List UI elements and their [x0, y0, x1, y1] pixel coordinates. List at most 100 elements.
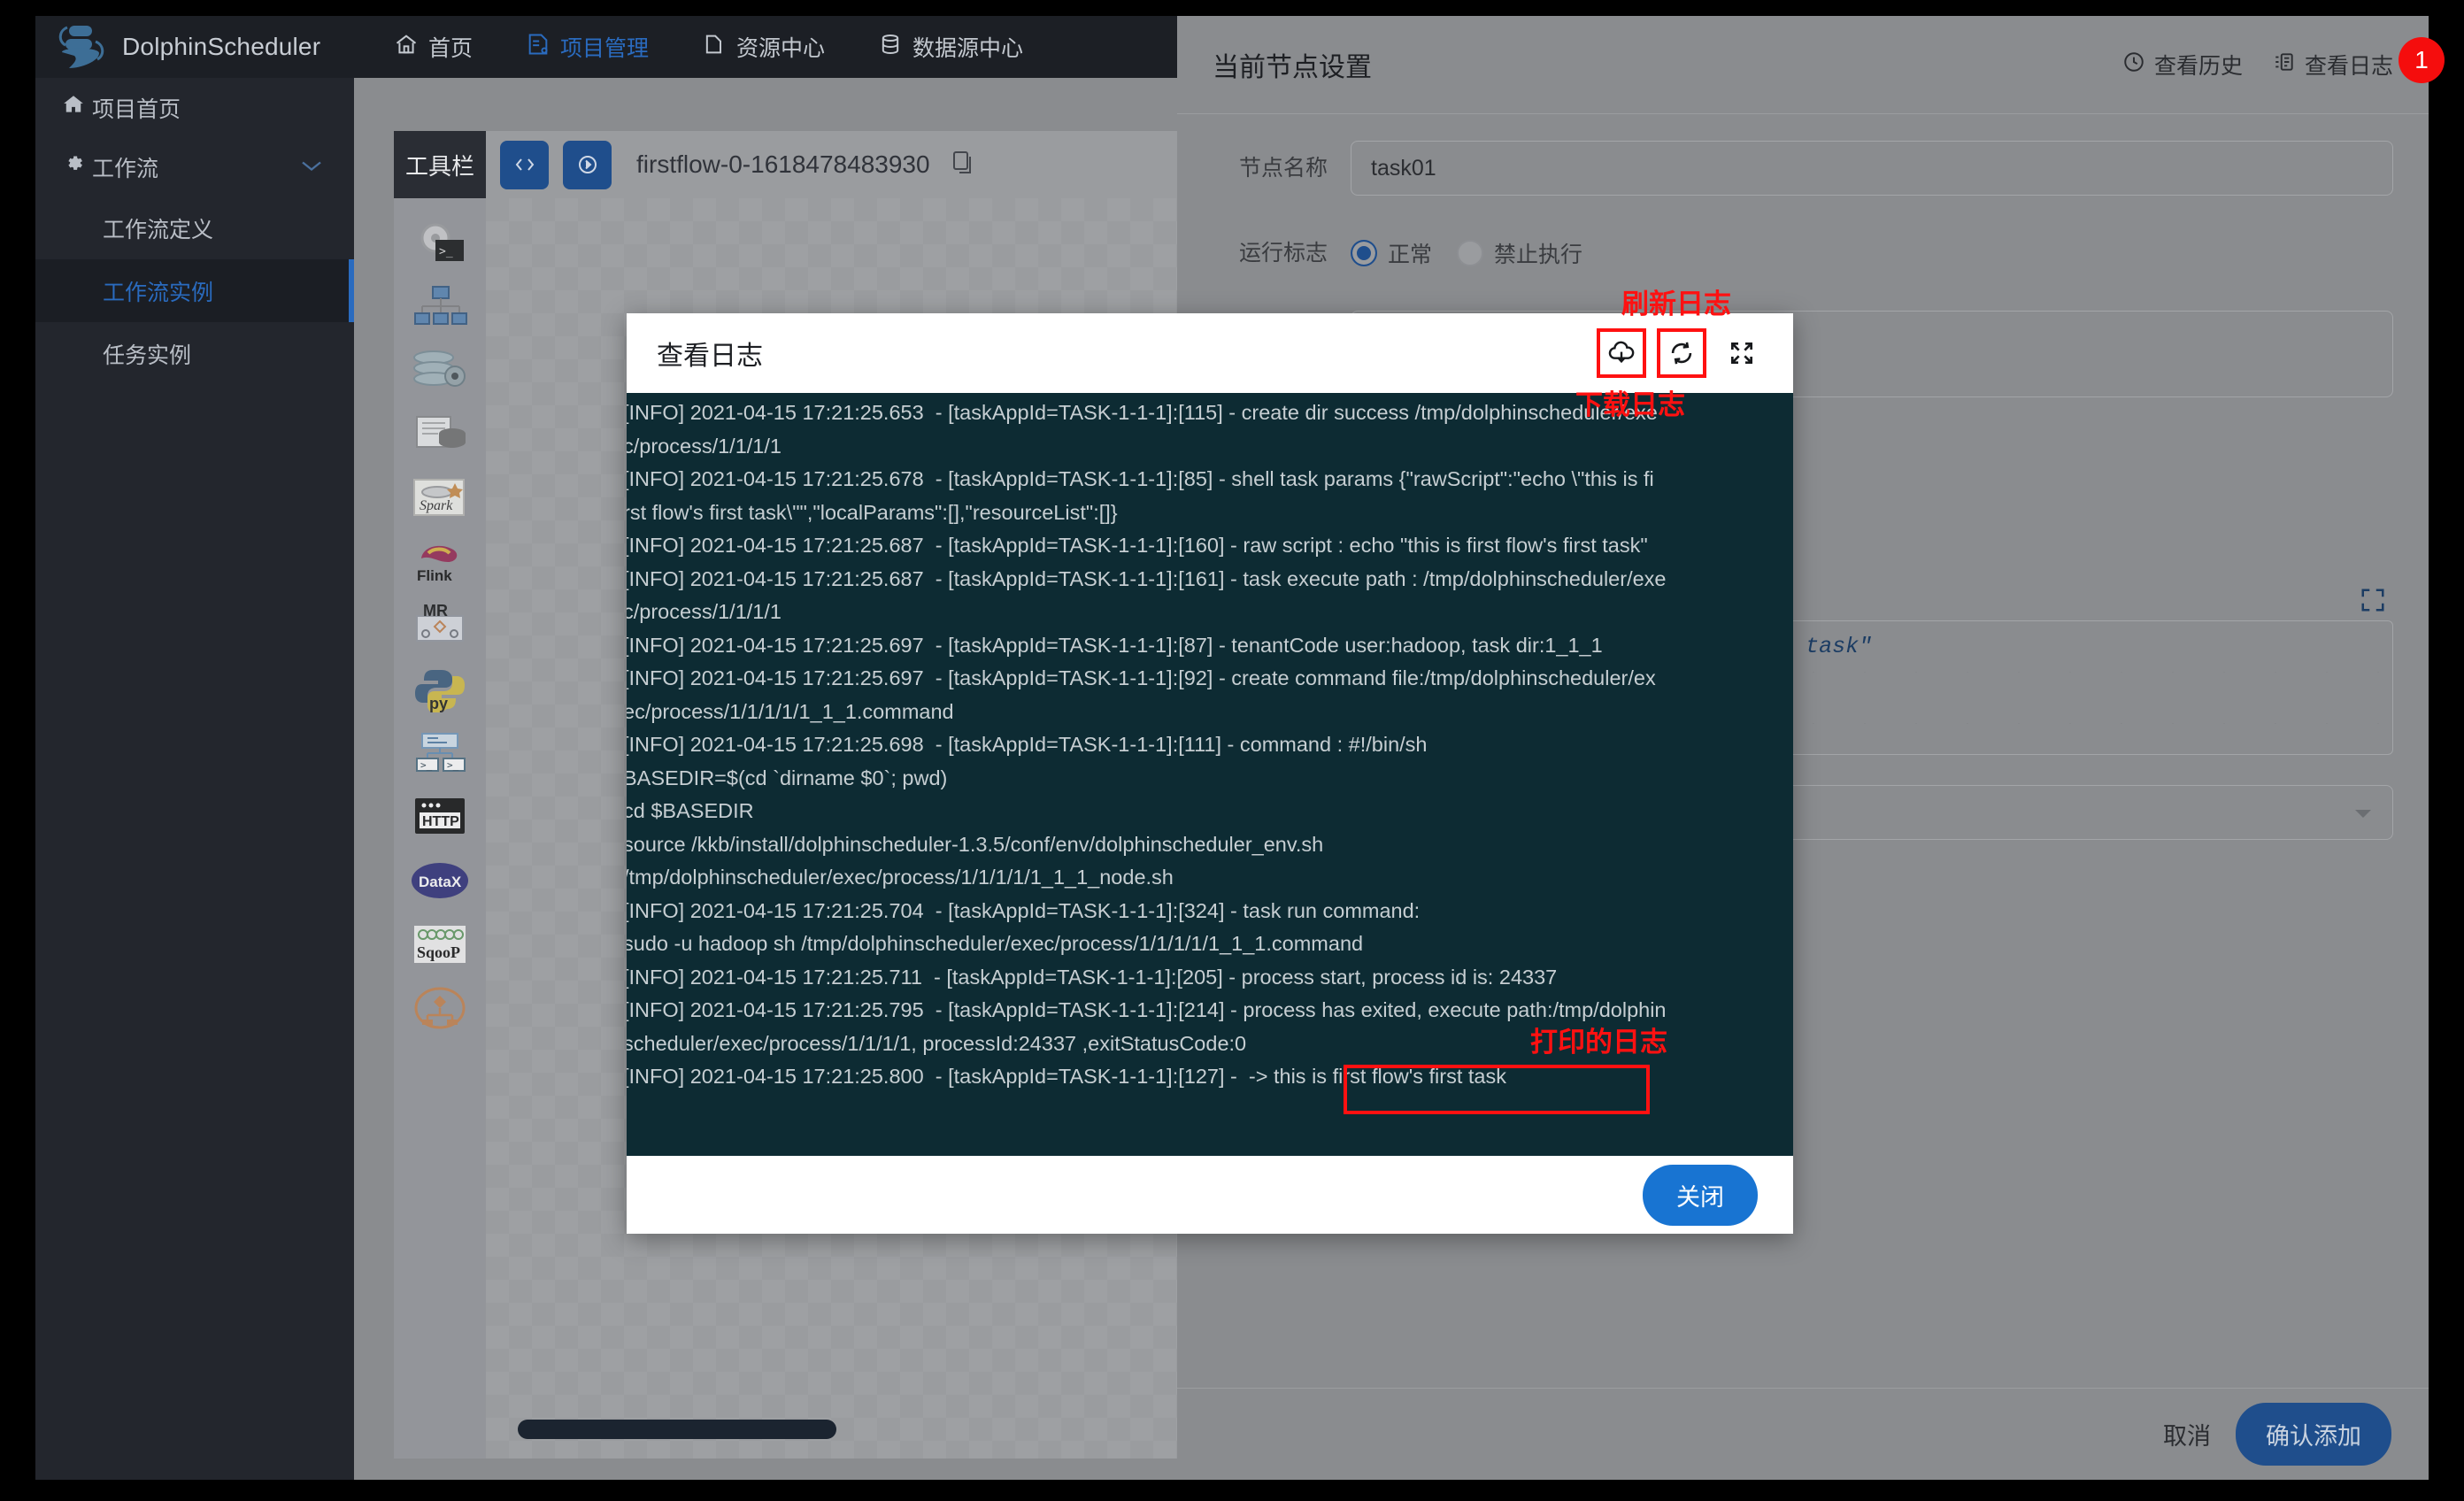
run-flag-forbidden-radio[interactable]: 禁止执行	[1457, 237, 1582, 269]
history-icon	[2122, 50, 2145, 80]
canvas-horizontal-scrollbar[interactable]	[518, 1420, 836, 1439]
svg-text:HTTP: HTTP	[422, 814, 459, 829]
gear-icon	[62, 152, 92, 181]
log-dialog-actions	[1597, 328, 1763, 378]
tool-http-icon[interactable]: HTTP	[409, 789, 471, 844]
task-type-toolbar: >_ Spark Flink MR py >_ >_ HTTP DataX Sq…	[394, 198, 486, 1459]
log-line: /tmp/dolphinscheduler/exec/process/1/1/1…	[627, 866, 1174, 889]
nav-item-resource-label: 资源中心	[736, 36, 826, 61]
tool-conditions-icon[interactable]	[409, 981, 471, 1035]
tool-datax-icon[interactable]: DataX	[409, 853, 471, 908]
flow-name: firstflow-0-1618478483930	[636, 150, 930, 178]
nav-item-project[interactable]: 项目管理	[499, 31, 675, 63]
log-dialog-header: 查看日志	[627, 313, 1793, 393]
annotation-printed-log: 打印的日志	[1530, 1027, 1667, 1058]
svg-text:SqooP: SqooP	[417, 943, 460, 961]
fullscreen-icon[interactable]	[1721, 332, 1763, 374]
run-flag-normal-label: 正常	[1388, 242, 1433, 267]
run-flag-forbidden-label: 禁止执行	[1494, 242, 1583, 267]
sidebar-item-task-instance[interactable]: 任务实例	[35, 322, 354, 385]
nav-item-home-label: 首页	[428, 36, 474, 61]
annotation-box-printed-log	[1344, 1065, 1650, 1114]
brand[interactable]: DolphinScheduler	[35, 22, 367, 72]
run-flag-normal-radio[interactable]: 正常	[1351, 237, 1432, 269]
sidebar-group-workflow[interactable]: 工作流	[35, 137, 354, 196]
tool-sql-icon[interactable]	[409, 407, 471, 462]
log-line: sudo -u hadoop sh /tmp/dolphinscheduler/…	[627, 932, 1364, 955]
tool-procedure-icon[interactable]	[409, 343, 471, 398]
log-line: [INFO] 2021-04-15 17:21:25.698 - [taskAp…	[627, 733, 1428, 756]
svg-text:py: py	[429, 695, 448, 712]
database-icon	[878, 32, 903, 63]
log-icon	[2273, 50, 2296, 80]
view-history-label: 查看历史	[2153, 54, 2243, 79]
log-line: c/process/1/1/1/1	[627, 434, 782, 458]
chevron-down-icon[interactable]	[299, 154, 324, 180]
node-name-label: 节点名称	[1238, 156, 1328, 181]
tool-mr-icon[interactable]: MR	[409, 598, 471, 653]
field-node-name: 节点名称 task01	[1213, 141, 2393, 196]
svg-text:>_: >_	[420, 759, 433, 771]
sidebar-item-workflow-instance[interactable]: 工作流实例	[35, 259, 354, 322]
dolphinscheduler-logo-icon	[55, 22, 110, 72]
close-button[interactable]: 关闭	[1643, 1164, 1758, 1226]
fullscreen-icon[interactable]	[2360, 587, 2386, 618]
copy-icon[interactable]	[951, 150, 976, 181]
field-run-flag: 运行标志 正常 禁止执行	[1213, 226, 2393, 281]
panel-actions: 查看历史 查看日志	[2122, 49, 2393, 81]
tool-dependent-icon[interactable]: >_ >_	[409, 726, 471, 781]
view-log-button[interactable]: 查看日志	[2273, 49, 2393, 81]
log-lines: [INFO] 2021-04-15 17:21:25.653 - [taskAp…	[627, 396, 1793, 1094]
sidebar-item-project-home[interactable]: 项目首页	[35, 78, 354, 137]
run-dag-button[interactable]	[563, 140, 612, 189]
radio-dot-icon	[1457, 240, 1484, 266]
log-line: [INFO] 2021-04-15 17:21:25.697 - [taskAp…	[627, 666, 1656, 689]
nav-item-home[interactable]: 首页	[367, 31, 499, 63]
log-dialog-footer: 关闭	[627, 1156, 1793, 1234]
log-dialog-title: 查看日志	[657, 342, 763, 371]
annotation-download-log: 下载日志	[1575, 389, 1685, 420]
view-log-label: 查看日志	[2304, 54, 2393, 79]
log-line: rst flow's first task\"","localParams":[…	[627, 500, 1118, 524]
panel-title: 当前节点设置	[1213, 53, 1372, 82]
svg-text:>_: >_	[447, 759, 459, 771]
log-line: [INFO] 2021-04-15 17:21:25.704 - [taskAp…	[627, 898, 1421, 922]
svg-text:Flink: Flink	[417, 567, 452, 584]
nav-item-datasource[interactable]: 数据源中心	[851, 31, 1050, 63]
log-line: [INFO] 2021-04-15 17:21:25.687 - [taskAp…	[627, 534, 1648, 557]
tool-sqoop-icon[interactable]: SqooP	[409, 917, 471, 972]
sidebar-item-workflow-definition[interactable]: 工作流定义	[35, 196, 354, 259]
refresh-icon[interactable]	[1657, 328, 1706, 378]
notification-badge: 1	[2399, 37, 2445, 83]
svg-text:MR: MR	[423, 604, 448, 620]
log-line: [INFO] 2021-04-15 17:21:25.687 - [taskAp…	[627, 566, 1667, 590]
tool-sub-process-icon[interactable]	[409, 280, 471, 335]
node-settings-header: 当前节点设置 查看历史 查看日志 1	[1177, 16, 2445, 113]
cancel-button[interactable]: 取消	[2163, 1417, 2211, 1451]
log-line: BASEDIR=$(cd `dirname $0`; pwd)	[627, 766, 948, 789]
tool-spark-icon[interactable]: Spark	[409, 471, 471, 526]
nav-items: 首页 项目管理 资源中心 数据源中心	[367, 31, 1050, 63]
tool-flink-icon[interactable]: Flink	[409, 535, 471, 589]
node-name-input[interactable]: task01	[1351, 141, 2393, 196]
project-icon	[526, 32, 551, 63]
radio-dot-selected-icon	[1351, 240, 1377, 266]
tool-shell-icon[interactable]: >_	[409, 216, 471, 271]
nav-item-datasource-label: 数据源中心	[912, 36, 1024, 61]
view-history-button[interactable]: 查看历史	[2122, 49, 2243, 81]
svg-text:DataX: DataX	[419, 874, 462, 890]
run-flag-label: 运行标志	[1238, 241, 1328, 266]
svg-text:>_: >_	[439, 245, 453, 258]
nav-item-resource[interactable]: 资源中心	[675, 31, 851, 63]
log-line: [INFO] 2021-04-15 17:21:25.711 - [taskAp…	[627, 965, 1558, 989]
brand-name: DolphinScheduler	[122, 33, 321, 60]
folder-icon	[702, 32, 727, 63]
download-cloud-icon[interactable]	[1597, 328, 1646, 378]
nav-item-project-label: 项目管理	[560, 36, 650, 61]
log-line: cd $BASEDIR	[627, 799, 754, 822]
tool-python-icon[interactable]: py	[409, 662, 471, 717]
format-dag-button[interactable]	[500, 140, 549, 189]
confirm-add-button[interactable]: 确认添加	[2236, 1403, 2391, 1466]
log-line: [INFO] 2021-04-15 17:21:25.697 - [taskAp…	[627, 633, 1603, 657]
sidebar-item-workflow-instance-label: 工作流实例	[103, 280, 214, 305]
